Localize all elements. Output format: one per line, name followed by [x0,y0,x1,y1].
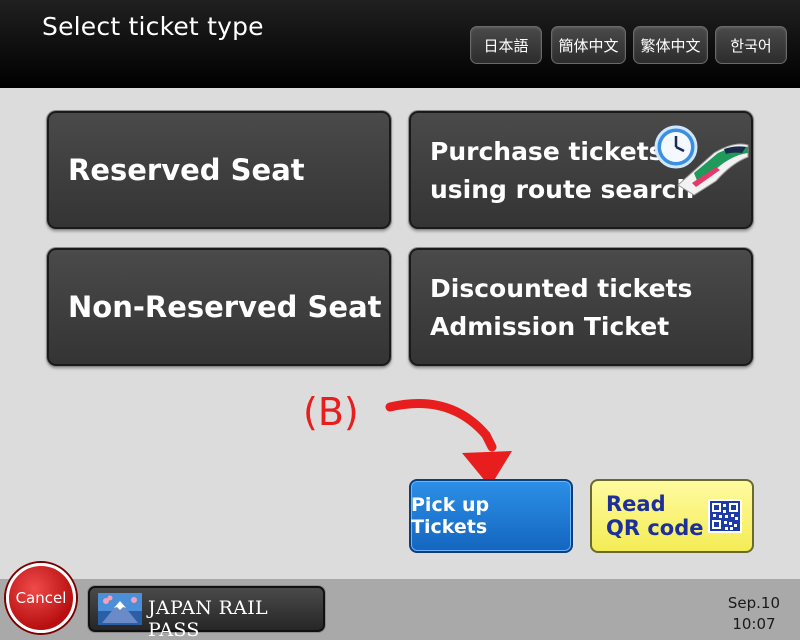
cancel-label: Cancel [15,589,67,607]
time-text: 10:07 [732,615,776,633]
read-qr-code-label: Read QR code [606,492,703,540]
discounted-tickets-label-line1: Discounted tickets [430,274,693,303]
date-time-display: Sep.10 10:07 [728,593,780,635]
header-bar: Select ticket type 日本語 簡体中文 繁体中文 한국어 [0,0,800,88]
non-reserved-seat-button[interactable]: Non-Reserved Seat [47,248,391,366]
japan-rail-pass-label: JAPAN RAIL PASS [148,597,268,640]
reserved-seat-label: Reserved Seat [68,153,305,187]
route-search-button[interactable]: Purchase tickets using route search [409,111,753,229]
reserved-seat-button[interactable]: Reserved Seat [47,111,391,229]
mount-fuji-icon [98,593,142,625]
language-traditional-chinese-button[interactable]: 繁体中文 [633,26,708,64]
qr-code-icon [708,499,742,533]
pick-up-tickets-label: Pick up Tickets [411,494,490,538]
annotation-label-b: (B) [303,390,359,434]
cancel-button[interactable]: Cancel [6,563,76,633]
language-japanese-button[interactable]: 日本語 [470,26,542,64]
language-simplified-chinese-button[interactable]: 簡体中文 [551,26,626,64]
japan-rail-pass-button[interactable]: JAPAN RAIL PASS [88,586,325,640]
language-korean-button[interactable]: 한국어 [715,26,787,64]
page-title: Select ticket type [42,12,264,41]
discounted-tickets-label-line2: Admission Ticket [430,312,670,341]
read-qr-label-line2: QR code [606,516,704,540]
discounted-tickets-button[interactable]: Discounted tickets Admission Ticket [409,248,753,366]
non-reserved-seat-label: Non-Reserved Seat [68,290,382,324]
read-qr-label-line1: Read [606,492,666,516]
pick-up-tickets-button[interactable]: Pick up Tickets [409,479,573,553]
clock-icon [654,125,698,169]
shinkansen-clock-icon [654,125,749,196]
date-text: Sep.10 [727,594,780,612]
read-qr-code-button[interactable]: Read QR code [590,479,754,553]
